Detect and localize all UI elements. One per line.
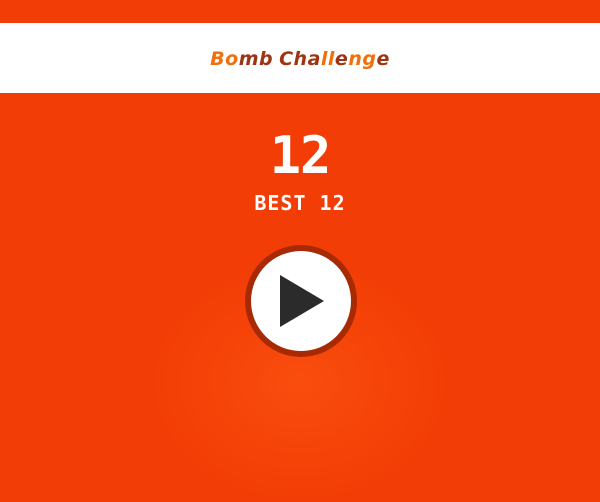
title-part: B bbox=[210, 48, 226, 70]
title-part: o bbox=[225, 48, 239, 70]
current-score: 12 bbox=[269, 126, 332, 186]
title-part: ng bbox=[348, 48, 377, 70]
play-button-face[interactable] bbox=[251, 251, 351, 351]
play-button[interactable] bbox=[245, 245, 357, 357]
title-part: Cha bbox=[279, 48, 321, 70]
best-score: BEST 12 bbox=[254, 191, 346, 215]
title-part: e bbox=[334, 48, 349, 70]
title-part: mb bbox=[238, 48, 274, 70]
title-part: e bbox=[376, 48, 390, 70]
game-title: Bomb Challenge bbox=[210, 50, 390, 69]
play-icon bbox=[280, 275, 324, 327]
title-bar: Bomb Challenge bbox=[0, 23, 600, 93]
title-part: ll bbox=[320, 48, 335, 70]
game-screen: Bomb Challenge 12 BEST 12 bbox=[0, 0, 600, 502]
